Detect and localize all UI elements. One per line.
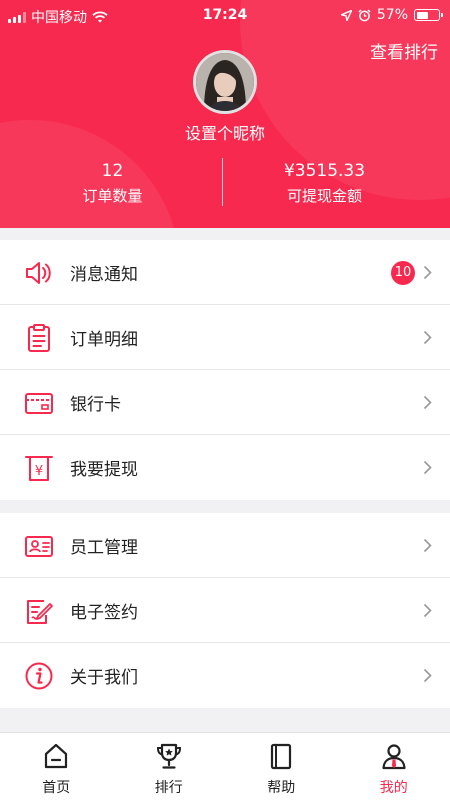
tab-home[interactable]: 首页 — [0, 733, 113, 800]
chevron-right-icon — [423, 538, 432, 553]
bank-card-icon — [25, 393, 53, 414]
tab-label: 帮助 — [267, 780, 296, 796]
withdrawable-amount-stat[interactable]: ¥3515.33 可提现金额 — [212, 160, 437, 206]
chevron-right-icon — [423, 460, 432, 475]
menu-item-label: 关于我们 — [70, 668, 138, 688]
withdrawable-amount-label: 可提现金额 — [286, 187, 362, 205]
menu-item-label: 订单明细 — [70, 329, 138, 350]
menu-group-company: 员工管理 电子签约 关于我们 — [0, 513, 450, 708]
menu-item-order-details[interactable]: 订单明细 — [0, 305, 450, 370]
unread-count-badge: 10 — [391, 261, 415, 285]
menu-item-label: 电子签约 — [70, 602, 138, 623]
menu-item-staff-management[interactable]: 员工管理 — [0, 513, 450, 578]
menu-item-label: 员工管理 — [70, 537, 138, 558]
profile-header: 中国移动 17:24 57% 查看排行 设置个昵称 12 订单数量 ¥3515.… — [0, 0, 450, 228]
battery-percent: 57% — [376, 7, 408, 23]
tab-mine[interactable]: 我的 — [338, 733, 450, 800]
order-count-value: 12 — [101, 161, 124, 181]
tab-help[interactable]: 帮助 — [225, 733, 338, 800]
trophy-icon — [156, 743, 181, 769]
chevron-right-icon — [423, 330, 432, 345]
menu-item-label: 消息通知 — [70, 264, 138, 285]
avatar[interactable] — [193, 50, 257, 114]
svg-text:¥: ¥ — [35, 464, 43, 479]
menu-item-notifications[interactable]: 消息通知 10 — [0, 240, 450, 305]
avatar-photo — [196, 53, 254, 111]
location-icon — [340, 9, 352, 21]
info-icon — [25, 662, 53, 690]
menu-item-label: 我要提现 — [70, 460, 138, 480]
chevron-right-icon — [423, 265, 432, 280]
bottom-tab-bar: 首页 排行 帮助 我的 — [0, 732, 450, 800]
tab-ranking[interactable]: 排行 — [113, 733, 226, 800]
tab-label: 我的 — [379, 780, 408, 796]
tab-label: 排行 — [154, 780, 183, 796]
id-card-icon — [25, 536, 53, 557]
alarm-icon — [358, 8, 371, 21]
home-icon — [45, 743, 68, 769]
tab-label: 首页 — [42, 780, 71, 796]
status-bar: 中国移动 17:24 57% — [0, 0, 450, 32]
book-icon — [271, 743, 292, 770]
chevron-right-icon — [423, 395, 432, 410]
order-count-stat[interactable]: 12 订单数量 — [0, 160, 225, 206]
order-count-label: 订单数量 — [82, 187, 143, 205]
menu-item-about-us[interactable]: 关于我们 — [0, 643, 450, 708]
user-icon — [382, 744, 406, 770]
menu-item-e-signature[interactable]: 电子签约 — [0, 578, 450, 643]
withdraw-icon: ¥ — [25, 456, 53, 481]
battery-icon — [414, 9, 443, 21]
speaker-icon — [26, 262, 51, 284]
chevron-right-icon — [423, 603, 432, 618]
chevron-right-icon — [423, 668, 432, 683]
nickname[interactable]: 设置个昵称 — [0, 120, 450, 144]
menu-group-account: 消息通知 10 订单明细 银行卡 ¥ 我要提现 — [0, 240, 450, 500]
menu-item-bank-card[interactable]: 银行卡 — [0, 370, 450, 435]
view-ranking-link[interactable]: 查看排行 — [370, 38, 438, 63]
sign-pen-icon — [27, 600, 53, 624]
menu-item-withdraw[interactable]: ¥ 我要提现 — [0, 435, 450, 500]
clipboard-icon — [28, 324, 50, 352]
withdrawable-amount-value: ¥3515.33 — [283, 161, 366, 181]
menu-item-label: 银行卡 — [70, 394, 121, 415]
